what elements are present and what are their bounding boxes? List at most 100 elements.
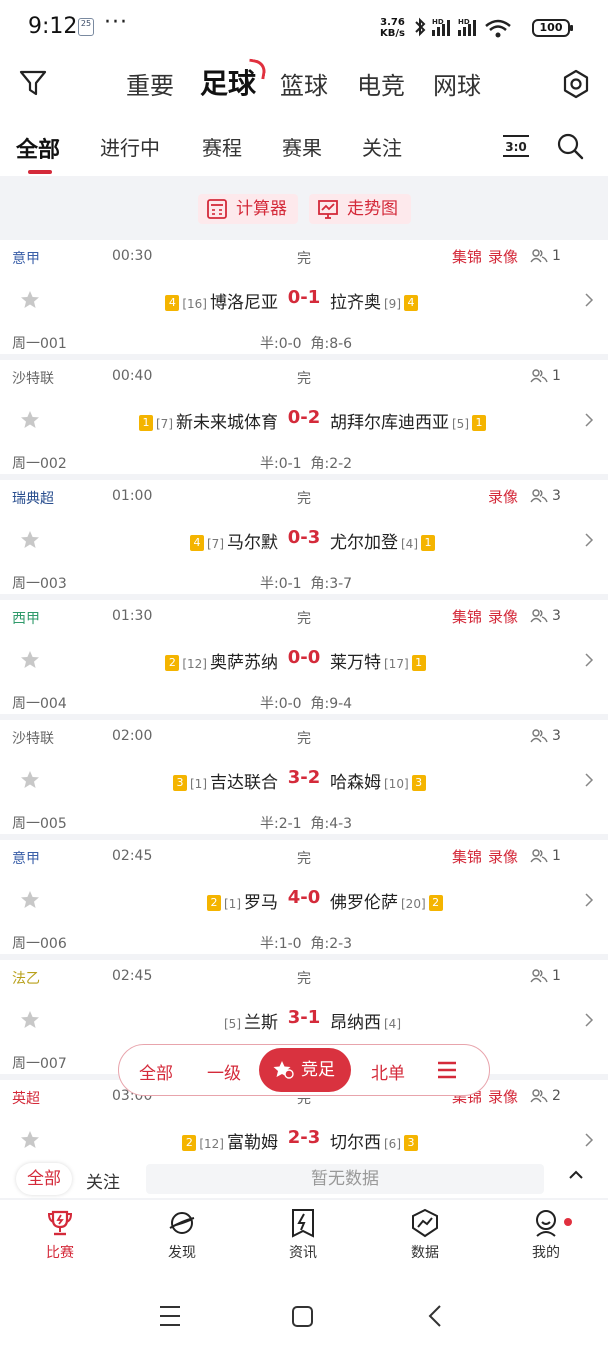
home-icon[interactable]	[292, 1306, 313, 1327]
bottom-filter-all[interactable]: 全部	[16, 1163, 72, 1195]
match-code: 周一007	[12, 1056, 67, 1072]
trophy-icon	[47, 1210, 73, 1236]
highlights-link[interactable]: 集锦	[452, 846, 482, 867]
league-name[interactable]: 英超	[12, 1088, 40, 1108]
home-team[interactable]: 2 [1] 罗马	[207, 888, 278, 913]
league-name[interactable]: 沙特联	[12, 728, 54, 748]
match-teams: 1 [7] 新未来城体育 0-2 胡拜尔库迪西亚 [5] 1	[0, 407, 608, 433]
away-team[interactable]: 尤尔加登 [4] 1	[330, 528, 435, 553]
highlights-link[interactable]: 集锦	[452, 606, 482, 627]
away-team[interactable]: 切尔西 [6] 3	[330, 1128, 418, 1153]
back-icon[interactable]	[428, 1305, 441, 1327]
menu-icon[interactable]	[437, 1061, 457, 1079]
league-name[interactable]: 沙特联	[12, 368, 54, 388]
away-team[interactable]: 哈森姆 [10] 3	[330, 768, 426, 793]
chevron-right-icon[interactable]	[584, 892, 594, 908]
tab-all[interactable]: 全部	[16, 132, 60, 164]
recent-apps-icon[interactable]	[160, 1306, 180, 1326]
match-teams: 4 [7] 马尔默 0-3 尤尔加登 [4] 1	[0, 527, 608, 553]
tab-discover[interactable]: 发现	[142, 1208, 222, 1262]
trend-chart-button[interactable]: 走势图	[309, 194, 411, 224]
replay-link[interactable]: 录像	[488, 486, 518, 507]
tab-live[interactable]: 进行中	[100, 132, 160, 161]
tab-esports[interactable]: 电竞	[357, 66, 405, 101]
tab-news[interactable]: 资讯	[263, 1208, 343, 1262]
chevron-right-icon[interactable]	[584, 772, 594, 788]
home-team[interactable]: 2 [12] 奥萨苏纳	[165, 648, 278, 673]
away-rank: [6]	[384, 1137, 401, 1151]
home-team-name: 博洛尼亚	[210, 293, 278, 313]
league-name[interactable]: 意甲	[12, 248, 40, 268]
home-rank: [1]	[190, 777, 207, 791]
chevron-right-icon[interactable]	[584, 652, 594, 668]
home-team[interactable]: 1 [7] 新未来城体育	[139, 408, 278, 433]
match-status: 完	[297, 731, 311, 747]
filter-level1[interactable]: 一级	[207, 1059, 241, 1084]
chevron-up-icon[interactable]	[568, 1170, 584, 1180]
viewer-count: 3	[530, 728, 561, 744]
battery-icon: 100	[532, 19, 573, 37]
sport-nav: 重要 足球 篮球 电竞 网球	[0, 56, 608, 112]
replay-link[interactable]: 录像	[488, 846, 518, 867]
home-team-name: 新未来城体育	[176, 413, 278, 433]
home-rank: [1]	[224, 897, 241, 911]
tab-data[interactable]: 数据	[385, 1208, 465, 1262]
replay-link[interactable]: 录像	[488, 246, 518, 267]
home-team[interactable]: 4 [7] 马尔默	[190, 528, 278, 553]
replay-link[interactable]: 录像	[488, 1086, 518, 1107]
viewer-count: 1	[530, 968, 561, 984]
league-name[interactable]: 瑞典超	[12, 488, 54, 508]
tab-follow[interactable]: 关注	[362, 132, 402, 161]
home-team[interactable]: 3 [1] 吉达联合	[173, 768, 278, 793]
search-icon[interactable]	[556, 132, 584, 160]
tab-schedule[interactable]: 赛程	[202, 132, 242, 161]
tab-profile[interactable]: 我的	[506, 1208, 586, 1262]
away-team[interactable]: 昂纳西 [4]	[330, 1008, 404, 1033]
people-icon	[530, 249, 548, 263]
replay-link[interactable]: 录像	[488, 606, 518, 627]
filter-all[interactable]: 全部	[139, 1059, 173, 1084]
calculator-button[interactable]: 计算器	[198, 194, 298, 224]
tab-matches-label: 比赛	[46, 1245, 74, 1261]
chevron-right-icon[interactable]	[584, 1012, 594, 1028]
chevron-right-icon[interactable]	[584, 1132, 594, 1148]
chevron-right-icon[interactable]	[584, 412, 594, 428]
chevron-right-icon[interactable]	[584, 292, 594, 308]
tab-important[interactable]: 重要	[126, 66, 174, 101]
away-team[interactable]: 胡拜尔库迪西亚 [5] 1	[330, 408, 486, 433]
league-name[interactable]: 意甲	[12, 848, 40, 868]
away-rank: [9]	[384, 297, 401, 311]
chevron-right-icon[interactable]	[584, 532, 594, 548]
signal-wifi-icons: HD HD	[415, 17, 511, 38]
match-row[interactable]: 意甲 02:45 完 集锦 录像 1 2 [1] 罗马 4-0 佛罗伦萨 [20] 2 …	[0, 840, 608, 960]
home-team[interactable]: [5] 兰斯	[221, 1008, 278, 1033]
tab-tennis[interactable]: 网球	[433, 66, 481, 101]
match-time: 01:00	[112, 488, 153, 504]
match-score: 2-3	[287, 1127, 321, 1148]
match-row[interactable]: 沙特联 02:00 完 3 3 [1] 吉达联合 3-2 哈森姆 [10] 3 周一00…	[0, 720, 608, 840]
away-team[interactable]: 拉齐奥 [9] 4	[330, 288, 418, 313]
highlights-link[interactable]: 集锦	[452, 246, 482, 267]
bottom-filter-follow[interactable]: 关注	[86, 1168, 120, 1193]
match-row[interactable]: 瑞典超 01:00 完 录像 3 4 [7] 马尔默 0-3 尤尔加登 [4] 1 周一…	[0, 480, 608, 600]
away-team[interactable]: 莱万特 [17] 1	[330, 648, 426, 673]
filter-beidan[interactable]: 北单	[371, 1059, 405, 1084]
match-status: 完	[297, 611, 311, 627]
match-row[interactable]: 西甲 01:30 完 集锦 录像 3 2 [12] 奥萨苏纳 0-0 莱万特 [17]…	[0, 600, 608, 720]
lottery-filter-bar: 全部 一级 竞足 北单	[118, 1044, 490, 1096]
match-row[interactable]: 意甲 00:30 完 集锦 录像 1 4 [16] 博洛尼亚 0-1 拉齐奥 [9] 4…	[0, 240, 608, 360]
tab-basketball[interactable]: 篮球	[280, 66, 328, 101]
no-data-message: 暂无数据	[146, 1164, 544, 1194]
settings-icon[interactable]	[560, 68, 592, 100]
league-name[interactable]: 西甲	[12, 608, 40, 628]
away-team[interactable]: 佛罗伦萨 [20] 2	[330, 888, 443, 913]
match-row[interactable]: 沙特联 00:40 完 1 1 [7] 新未来城体育 0-2 胡拜尔库迪西亚 [5] 1…	[0, 360, 608, 480]
filter-icon[interactable]	[18, 68, 48, 98]
home-team[interactable]: 4 [16] 博洛尼亚	[165, 288, 278, 313]
filter-jingzu[interactable]: 竞足	[259, 1048, 351, 1092]
tab-matches[interactable]: 比赛	[20, 1208, 100, 1262]
home-team[interactable]: 2 [12] 富勒姆	[182, 1128, 278, 1153]
score-display-icon[interactable]: 3:0	[502, 134, 530, 158]
tab-results[interactable]: 赛果	[282, 132, 322, 161]
league-name[interactable]: 法乙	[12, 968, 40, 988]
